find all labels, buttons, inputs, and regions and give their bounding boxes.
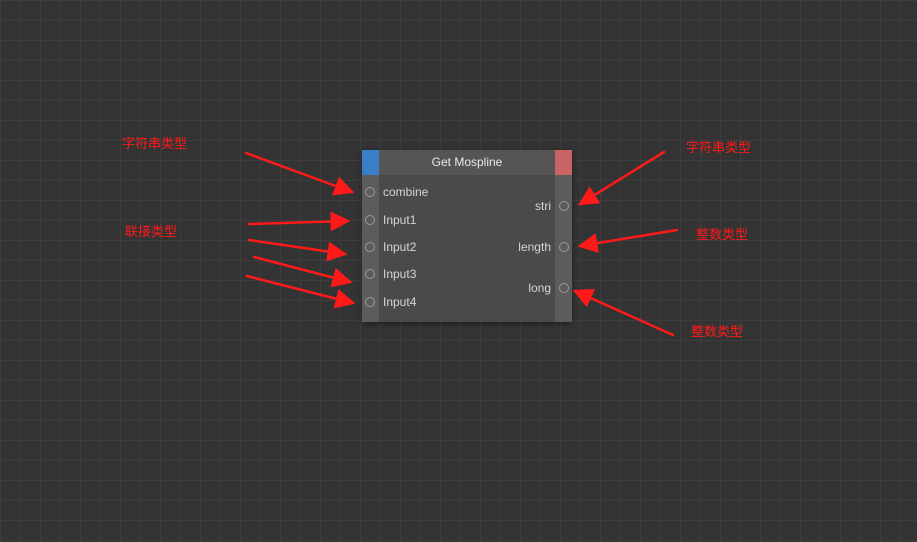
annotation-link-type: 联接类型	[125, 225, 178, 240]
arrow-to-input4	[245, 274, 356, 309]
annotation-int-type-length: 整数类型	[696, 228, 749, 243]
arrow-to-length	[577, 228, 679, 254]
arrow-to-stri	[577, 150, 666, 206]
annotation-int-type-long: 整数类型	[691, 325, 744, 340]
arrow-to-combine	[244, 151, 355, 196]
arrow-to-input3	[252, 255, 353, 288]
annotation-arrows	[244, 150, 679, 337]
arrow-to-input1	[247, 211, 351, 232]
arrow-to-long	[572, 289, 675, 337]
arrow-to-input2	[247, 238, 348, 262]
annotation-string-type-input: 字符串类型	[122, 137, 188, 152]
annotation-string-type-output: 字符串类型	[686, 141, 752, 156]
